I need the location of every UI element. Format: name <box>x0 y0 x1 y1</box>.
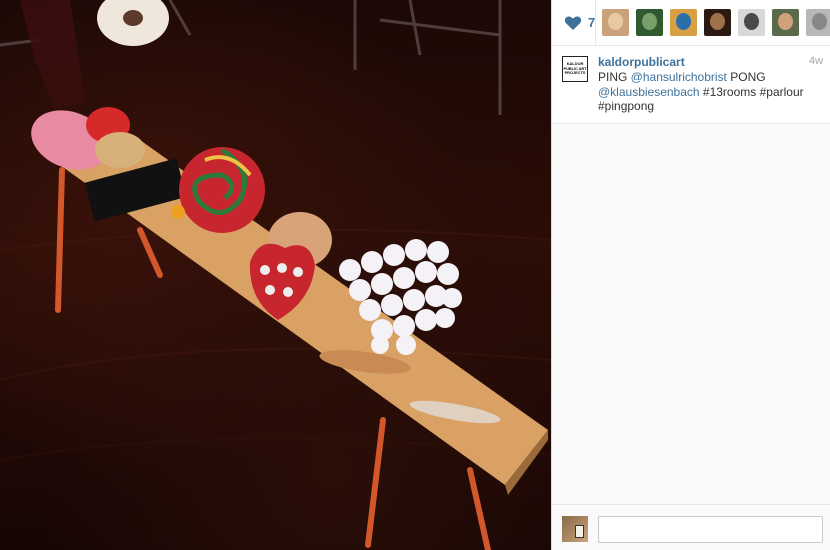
mention-link[interactable]: @hansulrichobrist <box>631 70 727 84</box>
caption-text-part: PING <box>598 70 631 84</box>
liker-avatar-face <box>710 13 726 30</box>
caption-text: PING @hansulrichobrist PONG @klausbiesen… <box>598 70 823 114</box>
like-button[interactable]: 7 <box>552 0 597 46</box>
liker-avatar-face <box>642 13 658 30</box>
liker-avatar-face <box>812 13 828 30</box>
author-avatar[interactable]: KALDOR PUBLIC ART PROJECTS <box>562 56 588 82</box>
like-count: 7 <box>588 15 596 30</box>
post-photo[interactable] <box>0 0 551 550</box>
post-timestamp[interactable]: 4w <box>809 55 823 67</box>
photo-illustration <box>0 0 551 550</box>
liker-avatar-face <box>676 13 692 30</box>
current-user-avatar[interactable] <box>562 516 588 542</box>
liker-avatar[interactable] <box>670 9 698 36</box>
post-side-panel: 7 KALDOR PUBLIC ART PROJECTS kaldorpubli… <box>551 0 830 550</box>
liker-avatar-face <box>744 13 760 30</box>
caption-text-part: PONG <box>726 70 766 84</box>
liker-avatar[interactable] <box>738 9 766 36</box>
liker-avatars <box>596 9 830 36</box>
likes-bar: 7 <box>552 0 830 46</box>
liker-avatar[interactable] <box>704 9 732 36</box>
author-username[interactable]: kaldorpublicart <box>598 55 685 69</box>
author-avatar-logo-text: KALDOR PUBLIC ART PROJECTS <box>563 61 587 76</box>
liker-avatar[interactable] <box>636 9 664 36</box>
caption-block: KALDOR PUBLIC ART PROJECTS kaldorpublica… <box>552 46 830 124</box>
liker-avatar-face <box>778 13 794 30</box>
comment-bar <box>552 504 830 550</box>
liker-avatar[interactable] <box>602 9 630 36</box>
liker-avatar-face <box>608 13 624 30</box>
avatar-detail <box>575 525 584 538</box>
liker-avatar[interactable] <box>806 9 830 36</box>
comment-input[interactable] <box>598 516 823 543</box>
heart-icon <box>564 15 582 30</box>
mention-link[interactable]: @klausbiesenbach <box>598 85 700 99</box>
liker-avatar[interactable] <box>772 9 800 36</box>
